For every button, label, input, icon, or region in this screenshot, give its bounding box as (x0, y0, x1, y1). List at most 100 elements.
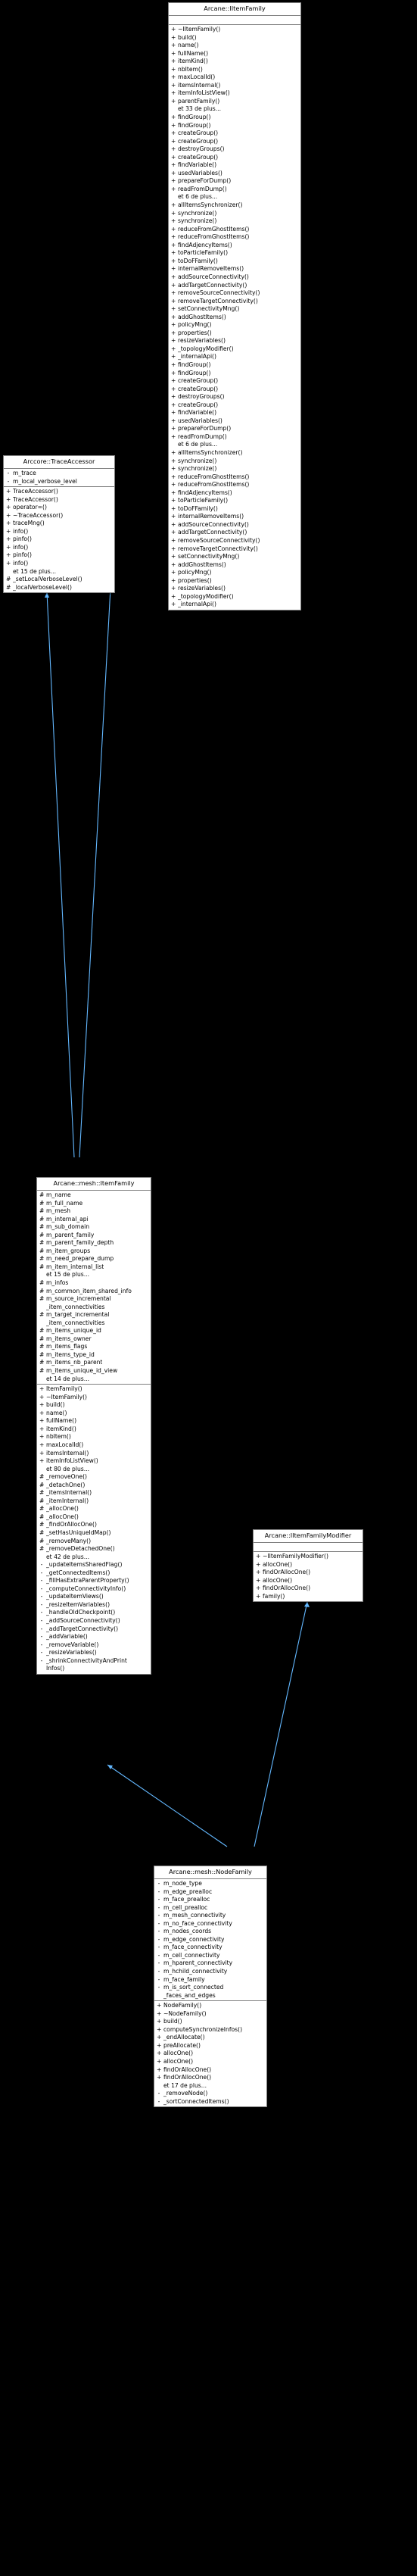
member-row[interactable]: # _allocOne() (37, 1513, 151, 1522)
member-row[interactable]: + build() (154, 2018, 266, 2026)
member-row[interactable]: + addSourceConnectivity() (169, 521, 300, 529)
member-row[interactable]: # m_sub_domain (37, 1223, 151, 1232)
member-row[interactable]: - _handleOldCheckpoint() (37, 1609, 151, 1617)
member-row[interactable]: + info() (4, 560, 114, 568)
member-row[interactable]: # _removeMany() (37, 1538, 151, 1546)
member-row[interactable]: + fullName() (37, 1417, 151, 1425)
member-row[interactable]: - m_hchild_connectivity (154, 1968, 266, 1976)
member-row[interactable]: + fullName() (169, 50, 300, 58)
member-row[interactable]: + itemsInternal() (169, 82, 300, 90)
member-row[interactable]: + pinfo() (4, 535, 114, 544)
member-row[interactable]: - m_no_face_connectivity (154, 1920, 266, 1928)
member-row[interactable]: + synchronize() (169, 457, 300, 466)
member-row[interactable]: + toParticleFamily() (169, 249, 300, 258)
member-row[interactable]: - _updateItemsSharedFlag() (37, 1561, 151, 1569)
member-row[interactable]: + policyMng() (169, 321, 300, 329)
member-row[interactable]: + readFromDump() (169, 186, 300, 194)
class-box-nodefamily[interactable]: Arcane::mesh::NodeFamily - m_node_type - m_… (154, 1866, 267, 2108)
member-row[interactable]: + resizeVariables() (169, 337, 300, 345)
member-row[interactable]: - _fillHasExtraParentProperty() (37, 1577, 151, 1585)
member-row[interactable]: # m_infos (37, 1279, 151, 1288)
member-row[interactable]: # m_items_type_id (37, 1351, 151, 1360)
member-row[interactable]: # m_items_owner (37, 1335, 151, 1344)
member-row[interactable]: - m_edge_prealloc (154, 1888, 266, 1897)
member-row[interactable]: - _removeVariable() (37, 1641, 151, 1650)
member-row[interactable]: + TraceAccessor() (4, 496, 114, 504)
member-row[interactable]: # m_source_incremental (37, 1295, 151, 1304)
member-row[interactable]: + allItemsSynchronizer() (169, 449, 300, 457)
member-row[interactable]: + policyMng() (169, 569, 300, 577)
member-row[interactable]: + findOrAllocOne() (254, 1585, 363, 1593)
member-row[interactable]: + internalRemoveItems() (169, 513, 300, 521)
member-row[interactable]: # m_mesh (37, 1207, 151, 1216)
member-row[interactable]: - m_mesh_connectivity (154, 1912, 266, 1920)
member-row[interactable]: + _endAllocate() (154, 2034, 266, 2042)
member-row[interactable]: + family() (254, 1593, 363, 1601)
member-row[interactable]: + ~NodeFamily() (154, 2010, 266, 2019)
member-row[interactable]: # m_common_item_shared_info (37, 1288, 151, 1296)
member-row[interactable]: + removeSourceConnectivity() (169, 289, 300, 298)
member-row[interactable]: + findGroup() (169, 370, 300, 378)
member-row[interactable]: + allocOne() (254, 1577, 363, 1585)
member-row[interactable]: + TraceAccessor() (4, 488, 114, 496)
member-row[interactable]: + reduceFromGhostItems() (169, 226, 300, 234)
member-row[interactable]: - _resizeVariables() (37, 1649, 151, 1657)
member-row[interactable]: + findAdjencyItems() (169, 489, 300, 498)
member-row[interactable]: + info() (4, 528, 114, 536)
member-row[interactable]: # _findOrAllocOne() (37, 1521, 151, 1529)
member-row[interactable]: - m_face_connectivity (154, 1944, 266, 1952)
member-row[interactable]: + _topologyModifier() (169, 593, 300, 601)
member-row[interactable]: # m_items_unique_id_view (37, 1367, 151, 1375)
member-row[interactable]: + findGroup() (169, 114, 300, 122)
member-row[interactable]: + _internalApi() (169, 601, 300, 609)
member-row[interactable]: + ItemFamily() (37, 1385, 151, 1394)
member-row[interactable]: + computeSynchronizeInfos() (154, 2026, 266, 2034)
member-row[interactable]: + allItemsSynchronizer() (169, 201, 300, 210)
member-row[interactable]: # _setLocalVerboseLevel() (4, 576, 114, 584)
member-row[interactable]: # _itemsInternal() (37, 1489, 151, 1497)
member-row[interactable]: + setConnectivityMng() (169, 305, 300, 314)
member-row[interactable]: + readFromDump() (169, 433, 300, 442)
member-row[interactable]: + build() (37, 1401, 151, 1410)
member-row[interactable]: + synchronize() (169, 465, 300, 473)
member-row[interactable]: # m_name (37, 1191, 151, 1200)
member-row[interactable]: + ~TraceAccessor() (4, 512, 114, 520)
member-row[interactable]: + nbItem() (37, 1433, 151, 1441)
member-row[interactable]: + itemKind() (169, 58, 300, 66)
member-row[interactable]: + properties() (169, 577, 300, 585)
member-row[interactable]: # _removeOne() (37, 1473, 151, 1482)
member-row[interactable]: + itemInfoListView() (37, 1457, 151, 1466)
member-row[interactable]: + removeSourceConnectivity() (169, 537, 300, 545)
member-row[interactable]: # _itemInternal() (37, 1497, 151, 1506)
member-row[interactable]: + findOrAllocOne() (254, 1569, 363, 1577)
member-row[interactable]: + findGroup() (169, 122, 300, 130)
member-row[interactable]: # _removeDetachedOne() (37, 1545, 151, 1553)
member-row[interactable]: # m_items_unique_id (37, 1327, 151, 1335)
member-row[interactable]: + _topologyModifier() (169, 345, 300, 354)
member-row[interactable]: + findVariable() (169, 161, 300, 170)
member-row[interactable]: + prepareForDump() (169, 425, 300, 433)
member-row[interactable]: + addGhostItems() (169, 561, 300, 570)
member-row[interactable]: + reduceFromGhostItems() (169, 481, 300, 489)
member-row[interactable]: # m_items_nb_parent (37, 1359, 151, 1367)
member-row[interactable]: - _removeNode() (154, 2090, 266, 2098)
member-row[interactable]: + ~IItemFamily() (169, 26, 300, 34)
member-row[interactable]: + name() (37, 1410, 151, 1418)
member-row[interactable]: + properties() (169, 329, 300, 338)
member-row[interactable]: - m_cell_connectivity (154, 1952, 266, 1960)
member-row[interactable]: - _updateItemViews() (37, 1593, 151, 1601)
member-row[interactable]: + createGroup() (169, 377, 300, 386)
member-row[interactable]: + traceMng() (4, 520, 114, 528)
member-row[interactable]: + parentFamily() (169, 98, 300, 106)
member-row[interactable]: + removeTargetConnectivity() (169, 545, 300, 554)
member-row[interactable]: + findOrAllocOne() (154, 2066, 266, 2075)
member-row[interactable]: - _resizeItemVariables() (37, 1601, 151, 1610)
member-row[interactable]: + setConnectivityMng() (169, 553, 300, 561)
member-row[interactable]: - _computeConnectivityInfo() (37, 1585, 151, 1594)
member-row[interactable]: # m_internal_api (37, 1216, 151, 1224)
member-row[interactable]: + maxLocalId() (169, 73, 300, 82)
member-row[interactable]: - m_edge_connectivity (154, 1936, 266, 1944)
member-row[interactable]: + reduceFromGhostItems() (169, 233, 300, 242)
member-row[interactable]: + preAllocate() (154, 2042, 266, 2050)
member-row[interactable]: + ~ItemFamily() (37, 1394, 151, 1402)
